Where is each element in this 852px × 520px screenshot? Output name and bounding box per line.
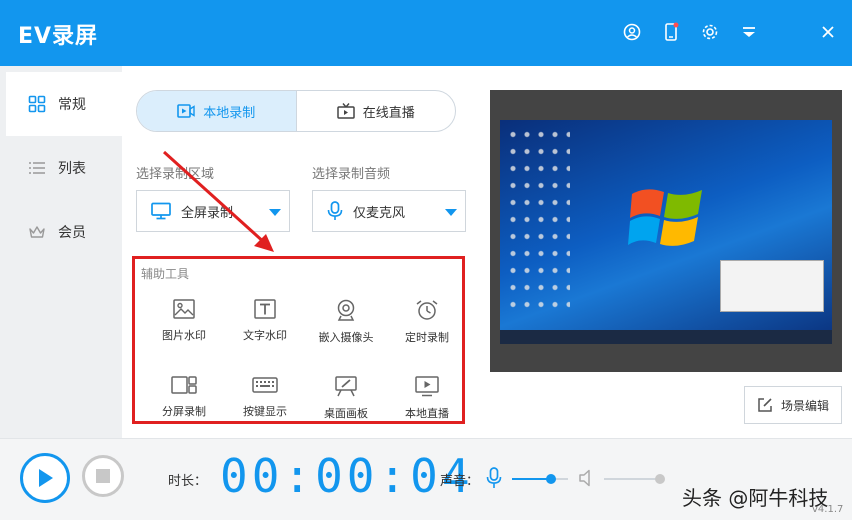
speaker-volume-knob[interactable] bbox=[655, 474, 665, 484]
tool-split-screen[interactable]: 分屏录制 bbox=[143, 375, 225, 431]
gear-icon[interactable] bbox=[698, 20, 722, 44]
split-screen-icon bbox=[171, 376, 197, 394]
mode-tabs: 本地录制 在线直播 bbox=[136, 90, 456, 132]
tool-label: 本地直播 bbox=[405, 407, 449, 420]
grid-icon bbox=[28, 95, 46, 113]
speaker-volume-fill bbox=[604, 478, 660, 480]
tool-scheduled-record[interactable]: 定时录制 bbox=[386, 299, 468, 355]
duration-timer: 00:00:04 bbox=[220, 449, 474, 503]
monitor-icon bbox=[151, 202, 171, 220]
title-bar: EV录屏 bbox=[0, 0, 852, 66]
main-panel: 本地录制 在线直播 选择录制区域 全屏录制 选择录制音频 仅麦克风 辅助工具 图… bbox=[122, 66, 852, 438]
tool-label: 桌面画板 bbox=[324, 407, 368, 420]
tool-desktop-board[interactable]: 桌面画板 bbox=[305, 375, 387, 431]
sidebar-item-list[interactable]: 列表 bbox=[0, 136, 122, 200]
record-stop-button[interactable] bbox=[82, 455, 124, 497]
sidebar: 常规 列表 会员 bbox=[0, 66, 122, 438]
tool-label: 按键显示 bbox=[243, 405, 287, 418]
record-audio-label: 选择录制音频 bbox=[312, 167, 391, 182]
sidebar-item-label: 列表 bbox=[58, 161, 86, 177]
easel-icon bbox=[335, 376, 357, 397]
alarm-icon bbox=[416, 300, 438, 320]
mic-icon bbox=[327, 201, 343, 220]
list-icon bbox=[29, 162, 45, 174]
phone-icon[interactable] bbox=[659, 20, 683, 44]
stop-icon bbox=[96, 469, 110, 483]
tab-label: 本地录制 bbox=[203, 105, 256, 121]
tool-image-watermark[interactable]: 图片水印 bbox=[143, 299, 225, 355]
chevron-down-icon bbox=[445, 209, 457, 216]
screen-preview bbox=[490, 90, 842, 372]
tool-key-display[interactable]: 按键显示 bbox=[224, 375, 306, 431]
menu-down-icon[interactable] bbox=[737, 20, 761, 44]
tool-label: 文字水印 bbox=[243, 329, 287, 342]
record-audio-select[interactable]: 仅麦克风 bbox=[312, 190, 466, 232]
scene-edit-label: 场景编辑 bbox=[780, 398, 829, 413]
play-screen-icon bbox=[415, 376, 439, 397]
record-start-button[interactable] bbox=[20, 453, 70, 503]
record-area-select[interactable]: 全屏录制 bbox=[136, 190, 290, 232]
record-area-value: 全屏录制 bbox=[181, 205, 234, 221]
edit-icon bbox=[758, 398, 772, 412]
webcam-icon bbox=[337, 299, 355, 321]
speaker-icon[interactable] bbox=[578, 468, 596, 488]
tool-embed-webcam[interactable]: 嵌入摄像头 bbox=[305, 299, 387, 355]
sidebar-item-member[interactable]: 会员 bbox=[0, 200, 122, 264]
image-icon bbox=[173, 299, 195, 319]
mic-volume-icon[interactable] bbox=[486, 467, 502, 489]
preview-desktop-image bbox=[500, 120, 832, 344]
duration-label: 时长： bbox=[168, 474, 208, 489]
windows-logo bbox=[628, 189, 702, 246]
close-icon[interactable] bbox=[816, 20, 840, 44]
tool-label: 图片水印 bbox=[162, 329, 206, 342]
user-icon[interactable] bbox=[620, 20, 644, 44]
volume-label: 声音： bbox=[440, 474, 480, 489]
text-icon bbox=[254, 299, 276, 319]
record-icon bbox=[177, 104, 195, 118]
watermark-text: 头条 @阿牛科技 bbox=[682, 486, 829, 510]
tools-title: 辅助工具 bbox=[141, 267, 190, 281]
mic-volume-slider[interactable] bbox=[512, 474, 568, 484]
record-area-label: 选择录制区域 bbox=[136, 167, 215, 182]
tab-local-record[interactable]: 本地录制 bbox=[137, 91, 296, 131]
tool-label: 嵌入摄像头 bbox=[318, 331, 374, 344]
chevron-down-icon bbox=[269, 209, 281, 216]
sidebar-item-general[interactable]: 常规 bbox=[6, 72, 122, 136]
tool-text-watermark[interactable]: 文字水印 bbox=[224, 299, 306, 355]
tools-panel: 辅助工具 图片水印 文字水印 嵌入摄像头 定时录制 分屏录制 按键显示 桌面画板 bbox=[132, 256, 465, 424]
crown-icon bbox=[29, 226, 45, 238]
speaker-volume-slider[interactable] bbox=[604, 474, 665, 484]
tv-icon bbox=[336, 103, 355, 119]
keyboard-icon bbox=[252, 377, 278, 393]
record-audio-value: 仅麦克风 bbox=[353, 205, 406, 221]
tab-live-stream[interactable]: 在线直播 bbox=[295, 91, 456, 131]
app-title: EV录屏 bbox=[18, 24, 99, 49]
version-label: v4.1.7 bbox=[812, 504, 844, 515]
sidebar-item-label: 常规 bbox=[58, 97, 86, 113]
tool-label: 分屏录制 bbox=[162, 405, 206, 418]
preview-app-window bbox=[720, 260, 824, 312]
sidebar-item-label: 会员 bbox=[58, 225, 86, 241]
tool-local-live[interactable]: 本地直播 bbox=[386, 375, 468, 431]
play-icon bbox=[39, 469, 53, 487]
preview-taskbar bbox=[500, 330, 832, 344]
tab-label: 在线直播 bbox=[362, 105, 415, 121]
scene-edit-button[interactable]: 场景编辑 bbox=[744, 386, 842, 424]
desktop-icons bbox=[506, 126, 570, 316]
tool-label: 定时录制 bbox=[405, 331, 449, 344]
mic-volume-knob[interactable] bbox=[546, 474, 557, 484]
